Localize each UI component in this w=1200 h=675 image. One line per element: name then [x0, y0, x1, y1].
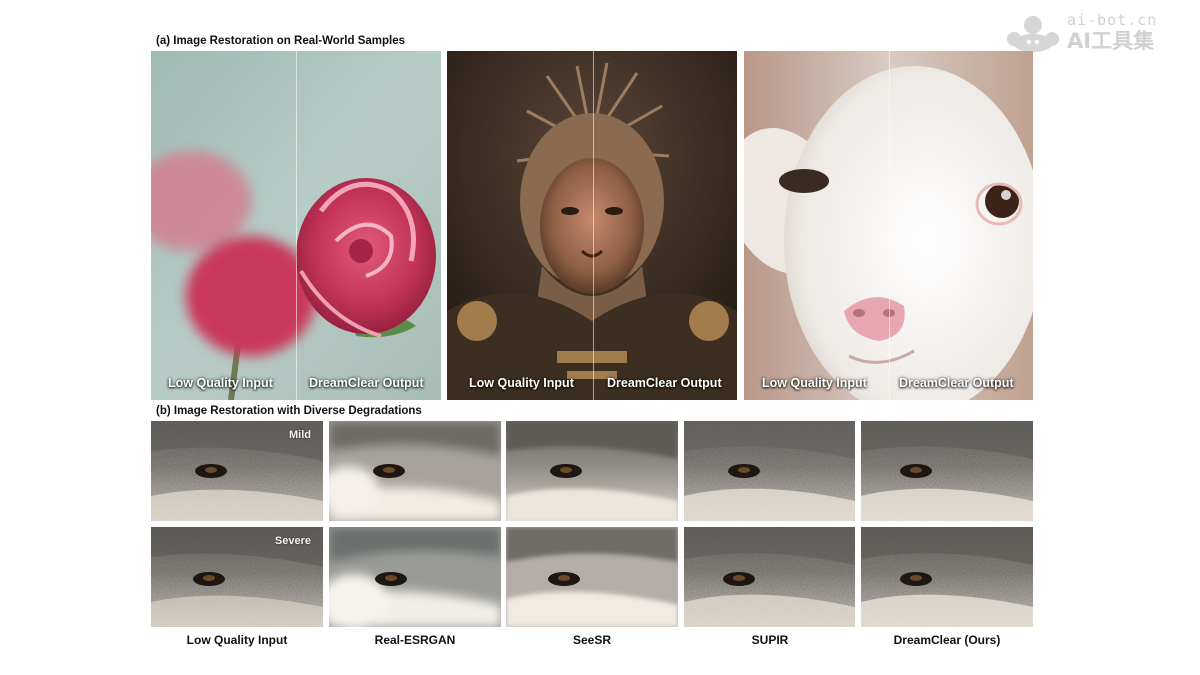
severe-seesr	[506, 527, 678, 627]
lamb-right-caption: DreamClear Output	[899, 376, 1014, 390]
monkey-panel: Low Quality Input DreamClear Output	[447, 51, 737, 400]
rose-left-caption: Low Quality Input	[168, 376, 273, 390]
split-divider	[296, 51, 297, 400]
mild-dreamclear	[861, 421, 1033, 521]
mild-real-esrgan	[329, 421, 501, 521]
section-b-title: (b) Image Restoration with Diverse Degra…	[156, 405, 422, 417]
column-label-low-quality-input: Low Quality Input	[186, 633, 288, 647]
row-tag-severe: Severe	[274, 535, 311, 547]
split-divider	[889, 51, 890, 400]
column-label-real-esrgan: Real-ESRGAN	[374, 633, 456, 647]
row-tag-mild: Mild	[289, 429, 311, 441]
severe-dreamclear	[861, 527, 1033, 627]
mild-low-quality-input: Mild	[151, 421, 323, 521]
lamb-left-caption: Low Quality Input	[762, 376, 867, 390]
mild-seesr	[506, 421, 678, 521]
severe-supir	[684, 527, 855, 627]
watermark-domain: ai-bot.cn	[1067, 11, 1158, 29]
lamb-panel: Low Quality Input DreamClear Output	[744, 51, 1033, 400]
section-a-title: (a) Image Restoration on Real-World Samp…	[156, 35, 406, 47]
robot-logo-icon	[1007, 15, 1059, 52]
column-label-supir: SUPIR	[751, 633, 789, 647]
mild-supir	[684, 421, 855, 521]
column-label-seesr: SeeSR	[572, 633, 612, 647]
watermark-name: AI工具集	[1067, 29, 1155, 53]
severe-low-quality-input: Severe	[151, 527, 323, 627]
monkey-left-caption: Low Quality Input	[469, 376, 574, 390]
watermark: ai-bot.cn AI工具集	[1005, 10, 1190, 55]
severe-real-esrgan	[329, 527, 501, 627]
rose-panel: Low Quality Input DreamClear Output	[151, 51, 441, 400]
monkey-image	[447, 51, 737, 400]
monkey-right-caption: DreamClear Output	[607, 376, 722, 390]
column-label-dreamclear: DreamClear (Ours)	[893, 633, 1001, 647]
split-divider	[593, 51, 594, 400]
rose-right-caption: DreamClear Output	[309, 376, 424, 390]
